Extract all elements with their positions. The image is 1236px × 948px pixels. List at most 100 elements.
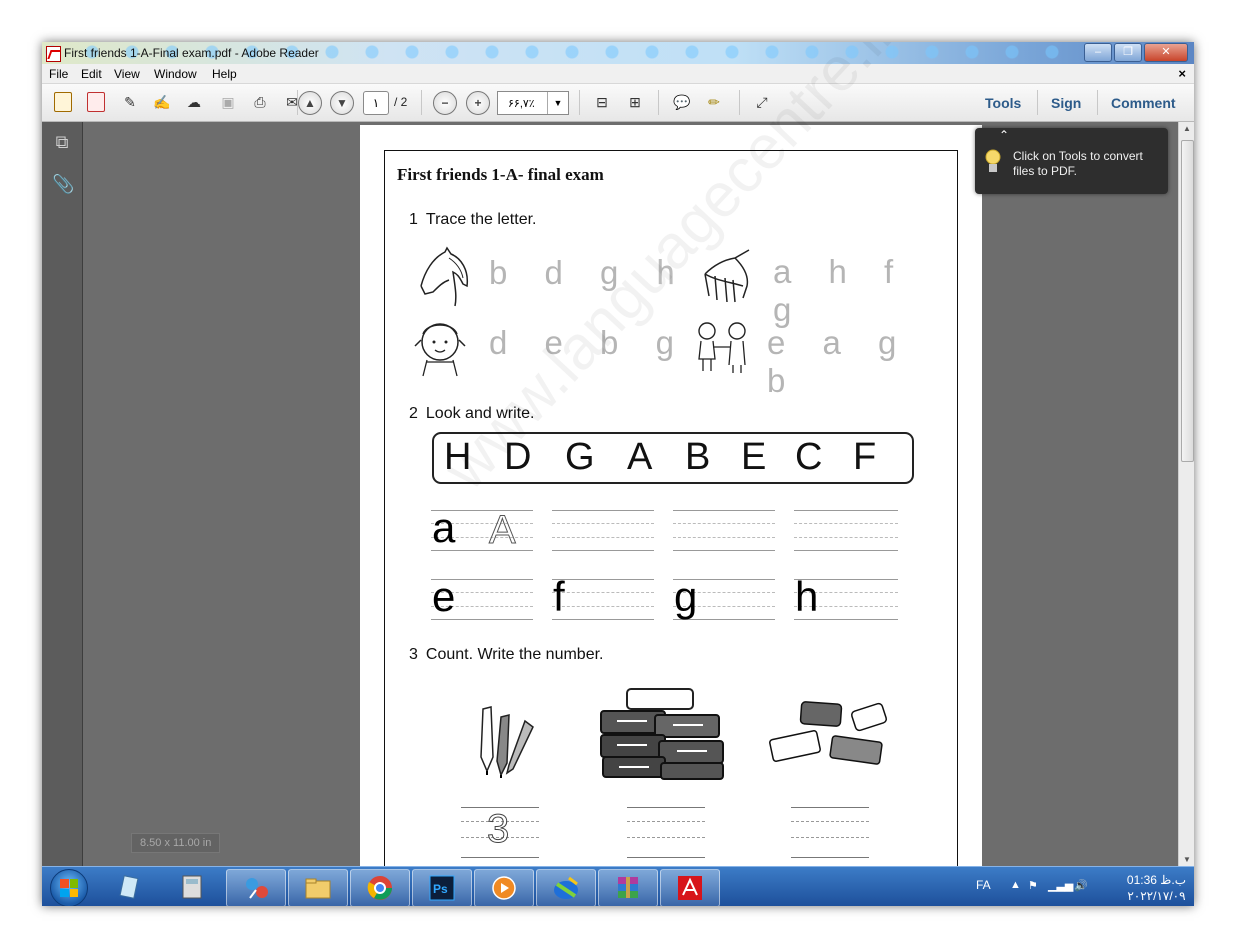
save-icon[interactable]: ▣ [217, 91, 239, 113]
menu-file[interactable]: File [49, 67, 68, 81]
sign-icon[interactable]: ✍ [151, 91, 173, 113]
page-total: / 2 [394, 95, 408, 109]
winrar-icon [618, 877, 638, 898]
language-indicator[interactable]: FA [976, 878, 991, 892]
taskbar-notepad[interactable] [100, 869, 158, 905]
start-button[interactable] [50, 869, 88, 906]
question-2: 2 Look and write. [409, 405, 535, 422]
vertical-scrollbar[interactable]: ▲ ▼ [1178, 122, 1194, 866]
menu-view[interactable]: View [114, 67, 140, 81]
toolbar: ✎ ✍ ☁ ▣ ⎙ ✉ ▲ ▼ ١ / 2 − + ۶۶,۷٪ ▼ ⊟ ⊞ 💬 … [42, 84, 1194, 122]
exam-title: First friends 1-A- final exam [397, 165, 604, 184]
clock-time: 01:36 ب.ظ [1126, 873, 1186, 887]
taskbar-adobe-reader[interactable] [660, 869, 720, 906]
create-pdf-icon[interactable] [52, 91, 74, 113]
attachments-icon[interactable]: 📎 [52, 174, 74, 196]
pencils-image [480, 706, 534, 778]
next-page-icon[interactable]: ▼ [330, 91, 354, 115]
taskbar-calculator[interactable] [163, 869, 221, 905]
capital-letter: G [565, 436, 595, 478]
taskbar-winrar[interactable] [598, 869, 658, 906]
convert-pdf-icon[interactable] [85, 91, 107, 113]
capital-letter: E [741, 436, 767, 478]
sign-link[interactable]: Sign [1051, 95, 1081, 111]
title-bar[interactable]: First friends 1-A-Final exam.pdf - Adobe… [42, 42, 1194, 64]
system-tray: FA ▲ ⚑ ▁▃▅ 🔊 01:36 ب.ظ ۲۰۲۲/۱۷/۰۹ [976, 867, 1194, 906]
taskbar-explorer[interactable] [288, 869, 348, 906]
volume-icon[interactable]: 🔊 [1074, 879, 1088, 892]
edit-pdf-icon[interactable]: ✎ [119, 91, 141, 113]
lowercase-letter: a [432, 504, 456, 551]
question-3: 3 Count. Write the number. [409, 646, 604, 663]
folder-icon [305, 878, 331, 899]
taskbar-media-player[interactable] [474, 869, 534, 906]
horse-image [420, 246, 469, 307]
tools-link[interactable]: Tools [985, 95, 1021, 111]
taskbar-chrome[interactable] [350, 869, 410, 906]
snipping-tool-icon [246, 878, 268, 899]
lowercase-letter: g [674, 573, 698, 620]
q1-letters-girl: d e b g [489, 324, 688, 361]
zoom-select[interactable]: ۶۶,۷٪ ▼ [497, 91, 569, 115]
writing-lines: h [794, 573, 898, 629]
lowercase-letter: h [795, 573, 819, 620]
capital-letter: C [795, 436, 823, 478]
erasers-image [769, 701, 888, 765]
window-title: First friends 1-A-Final exam.pdf - Adobe… [64, 46, 319, 60]
menu-bar: File Edit View Window Help × [42, 64, 1194, 84]
capital-letter: H [444, 436, 472, 478]
chevron-down-icon[interactable]: ▼ [547, 92, 568, 114]
calculator-icon [182, 875, 202, 899]
writing-lines: f [552, 573, 654, 629]
previous-page-icon[interactable]: ▲ [298, 91, 322, 115]
network-icon[interactable]: ▁▃▅ [1048, 879, 1073, 892]
restore-button[interactable]: ❐ [1114, 43, 1142, 62]
scroll-down-icon[interactable]: ▼ [1179, 855, 1194, 864]
adobe-reader-icon [678, 876, 702, 900]
zoom-in-icon[interactable]: + [466, 91, 490, 115]
tools-tooltip[interactable]: ⌃ Click on Tools to convert files to PDF… [975, 128, 1168, 194]
hand-image [704, 249, 750, 303]
page-thumbnails-icon[interactable]: ⧉ [52, 132, 72, 154]
action-center-icon[interactable]: ⚑ [1028, 879, 1038, 892]
minimize-button[interactable]: ‒ [1084, 43, 1112, 62]
zoom-out-icon[interactable]: − [433, 91, 457, 115]
kids-image [698, 322, 746, 373]
clock-date: ۲۰۲۲/۱۷/۰۹ [1127, 889, 1186, 903]
fit-width-icon[interactable]: ⊟ [591, 91, 613, 113]
zoom-value: ۶۶,۷٪ [508, 98, 535, 110]
print-icon[interactable]: ⎙ [249, 91, 271, 113]
document-close-button[interactable]: × [1178, 66, 1186, 81]
taskbar-download-manager[interactable] [536, 869, 596, 906]
menu-help[interactable]: Help [212, 67, 237, 81]
taskbar-photoshop[interactable]: Ps [412, 869, 472, 906]
menu-window[interactable]: Window [154, 67, 197, 81]
tooltip-text: files to PDF. [1013, 164, 1078, 178]
q1-letters-kids: e a g b [767, 324, 911, 399]
writing-lines [794, 510, 898, 560]
chevron-up-icon[interactable]: ⌃ [999, 128, 1009, 142]
tooltip-text: Click on Tools to convert [1013, 149, 1143, 163]
capital-letter: B [685, 436, 711, 478]
fullscreen-icon[interactable]: ⤢ [751, 91, 773, 113]
cloud-upload-icon[interactable]: ☁ [183, 91, 205, 113]
comment-note-icon[interactable]: 💬 [671, 91, 693, 113]
highlight-icon[interactable]: ✏ [703, 91, 725, 113]
traced-letter-h: h [655, 253, 690, 292]
download-manager-icon [554, 876, 578, 899]
close-button[interactable]: ✕ [1144, 43, 1188, 62]
traced-capital-a: A [489, 508, 517, 553]
menu-edit[interactable]: Edit [81, 67, 102, 81]
comment-link[interactable]: Comment [1111, 95, 1176, 111]
taskbar-snipping[interactable] [226, 869, 286, 906]
scroll-up-icon[interactable]: ▲ [1179, 124, 1194, 133]
photoshop-icon: Ps [429, 875, 455, 901]
show-hidden-icons-icon[interactable]: ▲ [1010, 879, 1021, 891]
media-player-icon [492, 876, 516, 900]
fit-page-icon[interactable]: ⊞ [624, 91, 646, 113]
page-number-input[interactable]: ١ [363, 91, 389, 115]
navigation-pane: ⧉ 📎 [42, 122, 83, 866]
scroll-thumb[interactable] [1181, 140, 1194, 462]
lunchboxes-image [600, 688, 724, 780]
clock[interactable]: 01:36 ب.ظ ۲۰۲۲/۱۷/۰۹ [1127, 872, 1186, 904]
